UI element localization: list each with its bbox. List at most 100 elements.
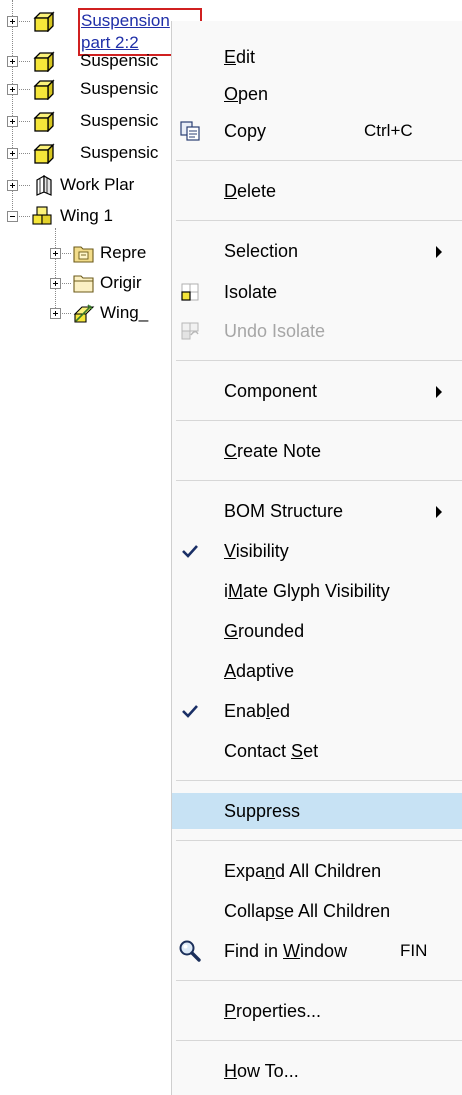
tree-item-label[interactable]: Wing 1 bbox=[60, 205, 113, 227]
menu-item-grounded[interactable]: Grounded bbox=[172, 613, 462, 649]
menu-item-label: Properties... bbox=[224, 1001, 322, 1021]
menu-item-copy[interactable]: Copy Ctrl+C bbox=[172, 113, 462, 149]
menu-item-edit[interactable]: Edit bbox=[172, 39, 462, 75]
menu-item-create-note[interactable]: Create Note bbox=[172, 433, 462, 469]
menu-separator bbox=[176, 980, 462, 981]
menu-item-label: Find in Window bbox=[224, 941, 348, 961]
menu-item-label: Undo Isolate bbox=[224, 321, 326, 341]
menu-item-label: Suppress bbox=[224, 801, 301, 821]
mnemonic-letter: D bbox=[224, 181, 237, 201]
menu-item-delete[interactable]: Delete bbox=[172, 173, 462, 209]
magnifier-icon bbox=[179, 940, 201, 962]
mnemonic-letter: n bbox=[265, 861, 276, 881]
menu-item-undo-isolate: Undo Isolate bbox=[172, 313, 462, 349]
mnemonic-letter: M bbox=[228, 581, 243, 601]
menu-item-open[interactable]: Open bbox=[172, 76, 462, 112]
tree-item-label[interactable]: Suspensic bbox=[80, 142, 158, 164]
menu-item-label: Enabled bbox=[224, 701, 291, 721]
menu-item-find-in-window[interactable]: Find in Window FIN bbox=[172, 933, 462, 969]
mnemonic-letter: E bbox=[224, 47, 237, 67]
menu-item-label: Isolate bbox=[224, 282, 278, 302]
model-browser-tree: Suspension part 2:2 Suspensic Suspensic … bbox=[0, 0, 202, 330]
menu-separator bbox=[176, 1040, 462, 1041]
menu-item-enabled[interactable]: Enabled bbox=[172, 693, 462, 729]
expand-toggle[interactable] bbox=[50, 248, 61, 259]
menu-item-component[interactable]: Component bbox=[172, 373, 462, 409]
part-icon bbox=[33, 51, 55, 72]
menu-item-label: Grounded bbox=[224, 621, 305, 641]
mnemonic-letter: l bbox=[266, 701, 271, 721]
menu-item-adaptive[interactable]: Adaptive bbox=[172, 653, 462, 689]
menu-item-label: Component bbox=[224, 381, 318, 401]
menu-item-label: BOM Structure bbox=[224, 501, 344, 521]
menu-item-label: How To... bbox=[224, 1061, 299, 1081]
mnemonic-letter: C bbox=[224, 441, 237, 461]
menu-separator bbox=[176, 780, 462, 781]
menu-separator bbox=[176, 840, 462, 841]
mnemonic-letter: S bbox=[291, 741, 304, 761]
submenu-arrow-icon bbox=[436, 386, 442, 398]
mnemonic-letter: s bbox=[275, 901, 285, 921]
tree-item-label[interactable]: Suspensic bbox=[80, 110, 158, 132]
tree-item-label[interactable]: Wing_ bbox=[100, 302, 148, 324]
mnemonic-letter: A bbox=[224, 661, 237, 681]
submenu-arrow-icon bbox=[436, 246, 442, 258]
menu-item-label: iMate Glyph Visibility bbox=[224, 581, 390, 601]
menu-item-isolate[interactable]: Isolate bbox=[172, 274, 462, 310]
mnemonic-letter: V bbox=[224, 541, 236, 561]
menu-item-selection[interactable]: Selection bbox=[172, 233, 462, 269]
expand-toggle[interactable] bbox=[7, 148, 18, 159]
shortcut-label: FIN bbox=[400, 941, 428, 960]
expand-toggle[interactable] bbox=[7, 180, 18, 191]
menu-item-collapse-all-children[interactable]: Collapse All Children bbox=[172, 893, 462, 929]
tree-item-label[interactable]: Repre bbox=[100, 242, 146, 264]
isolate-icon bbox=[181, 283, 199, 301]
menu-item-how-to[interactable]: How To... bbox=[172, 1053, 462, 1089]
menu-item-label: Collapse All Children bbox=[224, 901, 391, 921]
tree-item-label[interactable]: Suspensic bbox=[80, 50, 158, 72]
menu-item-imate-glyph-visibility[interactable]: iMate Glyph Visibility bbox=[172, 573, 462, 609]
undo-isolate-icon bbox=[181, 322, 199, 340]
expand-toggle[interactable] bbox=[50, 278, 61, 289]
mnemonic-letter: G bbox=[224, 621, 239, 641]
shortcut-label: Ctrl+C bbox=[364, 121, 413, 140]
part-icon bbox=[33, 111, 55, 132]
expand-toggle[interactable] bbox=[50, 308, 61, 319]
menu-item-properties[interactable]: Properties... bbox=[172, 993, 462, 1029]
mnemonic-letter: P bbox=[224, 1001, 237, 1021]
collapse-toggle[interactable] bbox=[7, 211, 18, 222]
sketch-part-icon bbox=[73, 304, 95, 323]
menu-separator bbox=[176, 360, 462, 361]
submenu-arrow-icon bbox=[436, 506, 442, 518]
menu-item-label: Visibility bbox=[224, 541, 289, 561]
tree-item-label[interactable]: Origir bbox=[100, 272, 142, 294]
expand-toggle[interactable] bbox=[7, 84, 18, 95]
folder-icon bbox=[73, 275, 94, 293]
menu-item-contact-set[interactable]: Contact Set bbox=[172, 733, 462, 769]
representations-folder-icon bbox=[73, 246, 94, 263]
work-plane-icon bbox=[36, 174, 52, 196]
mnemonic-letter: W bbox=[283, 941, 301, 961]
wing-branch-line bbox=[55, 228, 56, 314]
expand-toggle[interactable] bbox=[7, 56, 18, 67]
tree-item-label[interactable]: Work Plar bbox=[60, 174, 134, 196]
menu-item-visibility[interactable]: Visibility bbox=[172, 533, 462, 569]
menu-separator bbox=[176, 480, 462, 481]
expand-toggle[interactable] bbox=[7, 16, 18, 27]
assembly-icon bbox=[32, 206, 52, 225]
tree-item-label[interactable]: Suspensic bbox=[80, 78, 158, 100]
menu-separator bbox=[176, 220, 462, 221]
menu-item-label: Edit bbox=[224, 47, 256, 67]
menu-item-expand-all-children[interactable]: Expand All Children bbox=[172, 853, 462, 889]
menu-item-bom-structure[interactable]: BOM Structure bbox=[172, 493, 462, 529]
menu-item-label: Contact Set bbox=[224, 741, 319, 761]
context-menu: Edit Open Copy Ctrl+C Delete Selection I… bbox=[172, 21, 462, 1095]
checkmark-icon bbox=[182, 545, 198, 558]
menu-item-suppress[interactable]: Suppress bbox=[172, 793, 462, 829]
checkmark-icon bbox=[182, 705, 198, 718]
part-icon bbox=[33, 79, 55, 100]
expand-toggle[interactable] bbox=[7, 116, 18, 127]
part-icon bbox=[33, 11, 55, 32]
menu-item-label: Selection bbox=[224, 241, 299, 261]
menu-item-label: Delete bbox=[224, 181, 277, 201]
